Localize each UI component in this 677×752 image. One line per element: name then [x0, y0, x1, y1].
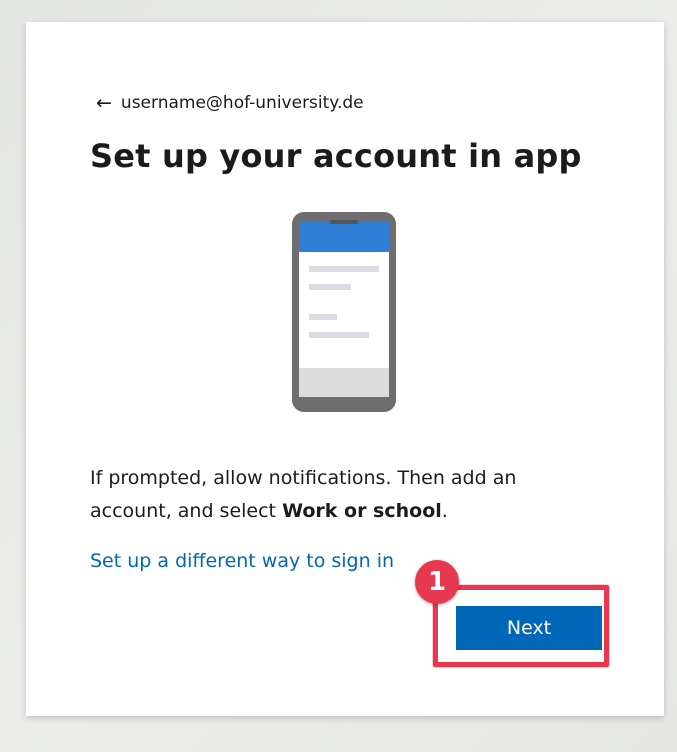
- left-arrow-icon[interactable]: ←: [96, 93, 112, 113]
- phone-speaker: [330, 220, 358, 224]
- phone-line: [309, 266, 379, 272]
- phone-line: [309, 284, 351, 290]
- work-or-school-emphasis: Work or school: [282, 500, 442, 522]
- phone-screen-footer: [299, 368, 389, 397]
- different-signin-link[interactable]: Set up a different way to sign in: [90, 550, 394, 572]
- next-button[interactable]: Next: [456, 606, 602, 650]
- identity-banner[interactable]: ← username@hof-university.de: [96, 93, 364, 113]
- phone-illustration-svg: [292, 212, 396, 412]
- identity-email: username@hof-university.de: [120, 93, 364, 113]
- instructions-text-end: .: [441, 500, 448, 522]
- step-number-badge: 1: [415, 560, 459, 604]
- phone-line: [309, 332, 369, 338]
- page-title: Set up your account in app: [90, 137, 582, 175]
- signin-card: ← username@hof-university.de Set up your…: [26, 22, 664, 716]
- phone-line: [309, 314, 337, 320]
- phone-screen-header: [299, 221, 389, 252]
- phone-illustration-icon: [292, 212, 396, 416]
- instructions-text: If prompted, allow notifications. Then a…: [90, 462, 590, 528]
